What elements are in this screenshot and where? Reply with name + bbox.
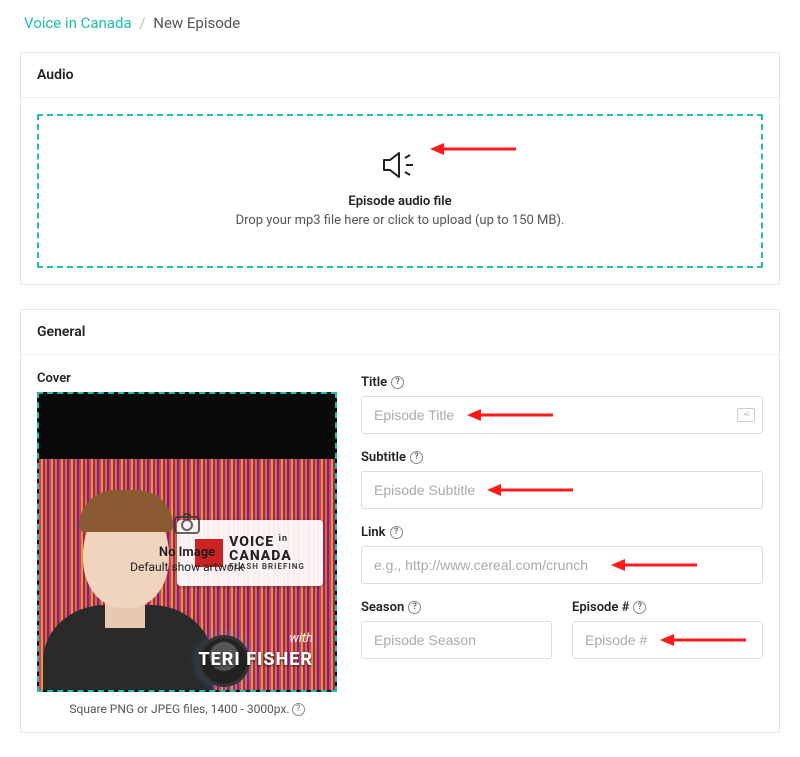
help-icon[interactable]: ? — [408, 601, 421, 614]
help-icon[interactable]: ? — [292, 703, 305, 716]
dropzone-title: Episode audio file — [59, 194, 741, 209]
audio-panel: Audio Episode audio file Drop your mp3 f… — [20, 52, 780, 285]
cover-overlay-title: No Image — [159, 545, 215, 560]
cover-caption: Square PNG or JPEG files, 1400 - 3000px.… — [37, 702, 337, 716]
breadcrumb-parent-link[interactable]: Voice in Canada — [24, 14, 132, 32]
cover-dropzone[interactable]: VOICE in CANADA FLASH BRIEFING with TERI… — [37, 392, 337, 692]
title-suffix-icon[interactable]: •≡ — [737, 408, 755, 422]
help-icon[interactable]: ? — [633, 601, 646, 614]
link-label: Link — [361, 525, 386, 540]
fields-column: Title ? •≡ Subtitle ? — [361, 371, 763, 659]
breadcrumb: Voice in Canada / New Episode — [0, 0, 800, 42]
breadcrumb-current: New Episode — [153, 14, 240, 32]
audio-dropzone[interactable]: Episode audio file Drop your mp3 file he… — [37, 114, 763, 268]
cover-overlay-sub: Default show artwork — [130, 560, 244, 574]
help-icon[interactable]: ? — [391, 376, 404, 389]
help-icon[interactable]: ? — [410, 451, 423, 464]
title-input[interactable] — [361, 396, 763, 434]
speaker-icon — [381, 150, 419, 184]
subtitle-input[interactable] — [361, 471, 763, 509]
cover-overlay: No Image Default show artwork — [39, 394, 335, 690]
cover-label: Cover — [37, 371, 337, 386]
season-label: Season — [361, 600, 404, 615]
title-label: Title — [361, 375, 387, 390]
episode-input[interactable] — [572, 621, 763, 659]
breadcrumb-separator: / — [139, 14, 145, 32]
link-input[interactable] — [361, 546, 763, 584]
cover-column: Cover VOICE in CANADA FLASH BRIEFING — [37, 371, 337, 716]
camera-icon — [173, 511, 201, 539]
subtitle-label: Subtitle — [361, 450, 406, 465]
general-panel: General Cover VOICE in CANADA FLASH — [20, 309, 780, 733]
help-icon[interactable]: ? — [390, 526, 403, 539]
annotation-arrow-icon — [430, 140, 516, 158]
season-input[interactable] — [361, 621, 552, 659]
audio-panel-header: Audio — [21, 53, 779, 98]
episode-label: Episode # — [572, 600, 629, 615]
general-panel-header: General — [21, 310, 779, 355]
dropzone-subtitle: Drop your mp3 file here or click to uplo… — [59, 213, 741, 228]
